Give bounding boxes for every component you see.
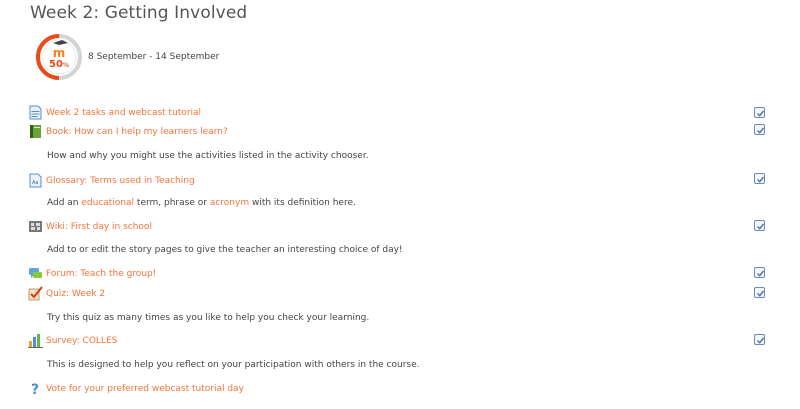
completion-checkbox[interactable] — [754, 107, 765, 118]
checkmark-icon — [757, 337, 765, 344]
checkmark-icon — [757, 270, 765, 277]
glossary-term-link[interactable]: educational — [81, 198, 134, 208]
forum-icon — [29, 268, 42, 278]
activity-link[interactable]: Forum: Teach the group! — [46, 269, 156, 279]
page-icon — [29, 105, 42, 120]
activity-link[interactable]: Vote for your preferred webcast tutorial… — [46, 384, 244, 394]
activity-description: How and why you might use the activities… — [47, 151, 369, 161]
quiz-icon — [28, 286, 43, 301]
activity-link[interactable]: Glossary: Terms used in Teaching — [46, 176, 195, 186]
completion-checkbox[interactable] — [754, 220, 765, 231]
week-title: Week 2: Getting Involved — [30, 3, 248, 23]
completion-checkbox[interactable] — [754, 124, 765, 135]
progress-unit: % — [62, 62, 69, 69]
glossary-term-link[interactable]: acronym — [210, 198, 249, 208]
survey-icon — [28, 334, 43, 348]
progress-percent: 50% — [35, 59, 83, 70]
completion-checkbox[interactable] — [754, 287, 765, 298]
progress-badge: m 50% — [35, 33, 83, 81]
checkmark-icon — [757, 176, 765, 183]
activity-description: This is designed to help you reflect on … — [47, 360, 420, 370]
checkmark-icon — [757, 110, 765, 117]
completion-checkbox[interactable] — [754, 267, 765, 278]
glossary-icon: Aa — [29, 173, 42, 188]
activity-description: Add an educational term, phrase or acron… — [47, 198, 356, 208]
svg-text:Aa: Aa — [32, 180, 38, 186]
completion-checkbox[interactable] — [754, 173, 765, 184]
progress-value: 50 — [49, 59, 63, 70]
checkmark-icon — [757, 223, 765, 230]
activity-link[interactable]: Book: How can I help my learners learn? — [46, 127, 228, 137]
wiki-icon — [29, 221, 42, 232]
checkmark-icon — [757, 290, 765, 297]
activity-link[interactable]: Survey: COLLES — [46, 336, 117, 346]
activity-description: Add to or edit the story pages to give t… — [47, 245, 403, 255]
svg-text:m: m — [53, 46, 66, 60]
book-icon — [30, 125, 41, 138]
svg-text:?: ? — [31, 382, 39, 396]
description-text: term, phrase or — [134, 198, 210, 208]
description-text: Add an — [47, 198, 82, 208]
progress-ring-icon: m — [36, 34, 82, 80]
activity-link[interactable]: Wiki: First day in school — [46, 222, 152, 232]
activity-description: Try this quiz as many times as you like … — [47, 313, 370, 323]
date-range: 8 September - 14 September — [88, 52, 220, 62]
checkmark-icon — [757, 127, 765, 134]
description-text: with its definition here. — [249, 198, 356, 208]
completion-checkbox[interactable] — [754, 334, 765, 345]
activity-link[interactable]: Quiz: Week 2 — [46, 289, 105, 299]
activity-link[interactable]: Week 2 tasks and webcast tutorial — [46, 108, 201, 118]
question-icon: ? — [31, 382, 39, 396]
